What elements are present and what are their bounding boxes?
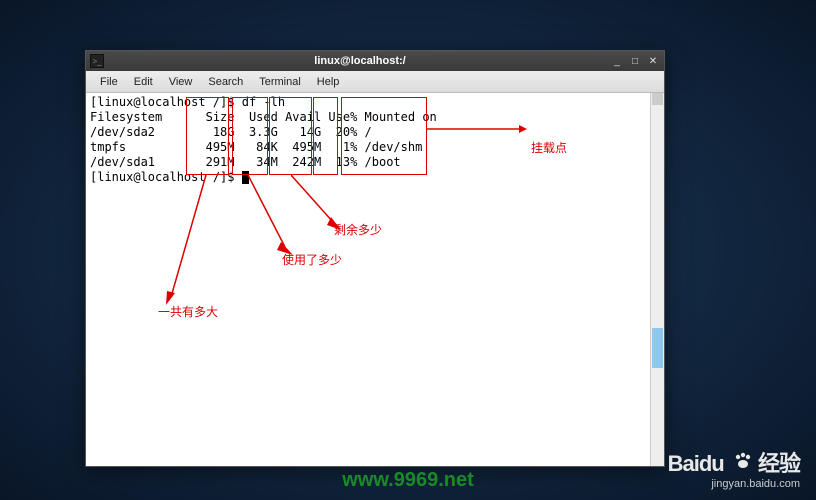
scrollbar[interactable] — [650, 93, 664, 466]
arrow-size — [166, 175, 211, 305]
scrollbar-thumb[interactable] — [652, 93, 663, 105]
baidu-logo: Baidu 经验 — [668, 446, 800, 478]
window-title: linux@localhost:/ — [110, 55, 610, 67]
titlebar[interactable]: >_ linux@localhost:/ _ □ ✕ — [86, 51, 664, 71]
annot-label-used: 使用了多少 — [282, 253, 342, 268]
prompt-line: [linux@localhost /]$ — [90, 170, 660, 185]
df-row: tmpfs 495M 84K 495M 1% /dev/shm — [90, 140, 660, 155]
watermark-sub: jingyan.baidu.com — [668, 478, 800, 490]
menu-file[interactable]: File — [92, 74, 126, 90]
menu-search[interactable]: Search — [200, 74, 251, 90]
menu-help[interactable]: Help — [309, 74, 348, 90]
df-row: /dev/sda2 18G 3.3G 14G 20% / — [90, 125, 660, 140]
menubar: File Edit View Search Terminal Help — [86, 71, 664, 93]
watermark-url: www.9969.net — [342, 469, 474, 492]
maximize-button[interactable]: □ — [628, 54, 642, 68]
minimize-button[interactable]: _ — [610, 54, 624, 68]
watermark-baidu: Baidu 经验 jingyan.baidu.com — [668, 446, 800, 490]
paw-icon — [733, 451, 753, 471]
cursor — [242, 171, 249, 184]
prompt-line: [linux@localhost /]$ df -lh — [90, 95, 660, 110]
menu-terminal[interactable]: Terminal — [251, 74, 309, 90]
close-button[interactable]: ✕ — [646, 54, 660, 68]
app-icon: >_ — [90, 54, 104, 68]
menu-edit[interactable]: Edit — [126, 74, 161, 90]
df-header: Filesystem Size Used Avail Use% Mounted … — [90, 110, 660, 125]
annot-label-avail: 剩余多少 — [334, 223, 382, 238]
arrow-used — [248, 175, 293, 255]
window-controls: _ □ ✕ — [610, 54, 660, 68]
df-row: /dev/sda1 291M 34M 242M 13% /boot — [90, 155, 660, 170]
terminal-output[interactable]: [linux@localhost /]$ df -lh Filesystem S… — [86, 93, 664, 466]
terminal-window: >_ linux@localhost:/ _ □ ✕ File Edit Vie… — [85, 50, 665, 467]
scrollbar-thumb[interactable] — [652, 328, 663, 368]
annot-label-size: 一共有多大 — [158, 305, 218, 320]
menu-view[interactable]: View — [161, 74, 201, 90]
